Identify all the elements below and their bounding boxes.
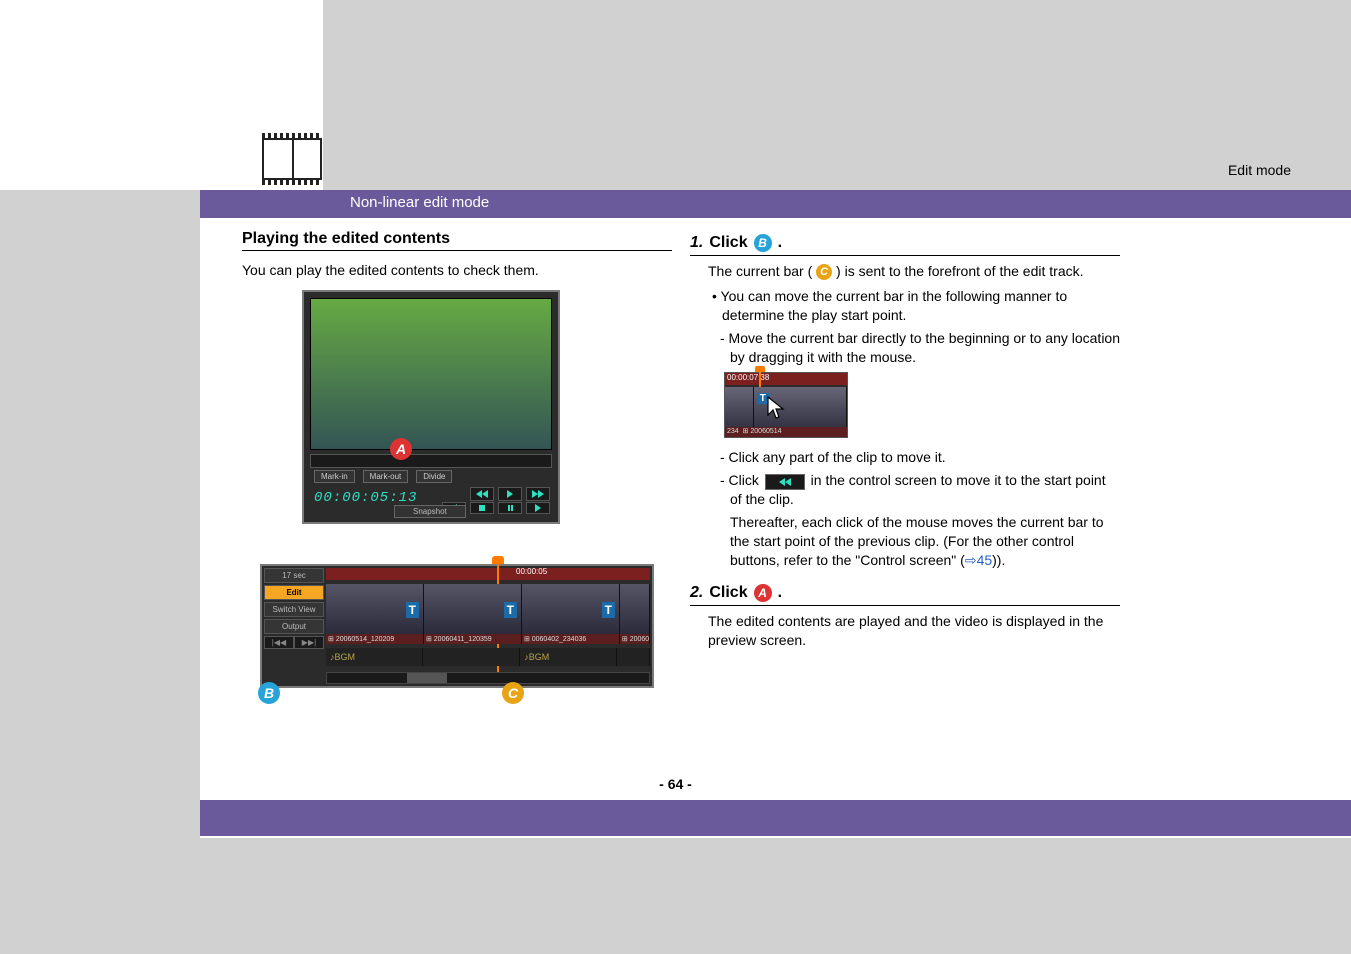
transition-icon: T — [602, 602, 615, 618]
page-ref-link[interactable]: ⇨45 — [965, 552, 992, 568]
footer-bar — [200, 800, 1351, 836]
tl-bgm-cell[interactable]: ♪ BGM — [326, 648, 423, 666]
step1-period: . — [778, 234, 782, 252]
preview-edit-buttons: Mark-in Mark-out Divide — [314, 470, 452, 483]
playing-intro: You can play the edited contents to chec… — [242, 261, 672, 280]
callout-b-icon: B — [258, 682, 280, 704]
step2-heading: 2. Click A . — [690, 584, 1120, 606]
step1-heading: 1. Click B . — [690, 234, 1120, 256]
tl-bgm-cell[interactable]: ♪ BGM — [520, 648, 617, 666]
tl-bgm-cell[interactable] — [617, 648, 650, 666]
preview-timecode: 00:00:05:13 — [314, 490, 417, 506]
page-number: - 64 - — [0, 776, 1351, 792]
section-title: Non-linear edit mode — [350, 194, 489, 211]
tl-clip-label: ⊞ 20060411_120359 — [424, 634, 521, 644]
transition-icon: T — [504, 602, 517, 618]
edit-mode-label: Edit mode — [1228, 162, 1291, 178]
step1-sub2: - Click any part of the clip to move it. — [720, 448, 1120, 467]
mini-timeline: 00:00:07:38 T 234 ⊞ 20060514 — [724, 372, 848, 438]
tl-output-button[interactable]: Output — [264, 619, 324, 634]
step1-bullet: • You can move the current bar in the fo… — [712, 287, 1120, 325]
tl-prev-button[interactable]: |◀◀ — [264, 636, 294, 649]
link-arrow-icon: ⇨ — [965, 552, 977, 568]
timeline-screenshot: 17 sec Edit Switch View Output |◀◀ ▶▶| 0… — [260, 564, 654, 688]
tl-ruler[interactable]: 00:00:05 — [326, 568, 650, 580]
transition-icon: T — [406, 602, 419, 618]
tl-clip-label: ⊞ 20060514_ — [620, 634, 649, 644]
tl-clip-label: ⊞ 20060514_120209 — [326, 634, 423, 644]
top-grey-strip — [323, 0, 1351, 190]
rewind-chip-icon — [765, 474, 805, 490]
tl-next-button[interactable]: ▶▶| — [294, 636, 324, 649]
divide-button[interactable]: Divide — [416, 470, 452, 483]
pause-button[interactable] — [498, 502, 522, 514]
mini-clip[interactable] — [725, 387, 754, 427]
filmstrip-icon — [262, 138, 322, 180]
step1-number: 1. — [690, 234, 703, 252]
rewind-button[interactable] — [470, 487, 494, 501]
tl-bgm-cell[interactable] — [423, 648, 520, 666]
callout-c-icon: C — [502, 682, 524, 704]
left-grey-strip — [0, 190, 200, 836]
tl-clip[interactable]: ⊞ 20060514_ — [620, 584, 650, 644]
step1-sub1: - Move the current bar directly to the b… — [720, 329, 1120, 367]
tl-sec-button[interactable]: 17 sec — [264, 568, 324, 583]
tl-bgm-track: ♪ BGM ♪ BGM — [326, 648, 650, 666]
tl-video-track: T ⊞ 20060514_120209 T ⊞ 20060411_120359 T ⊞… — [326, 584, 650, 646]
preview-video-area — [310, 298, 552, 450]
page-root: Edit mode Non-linear edit mode Playing t… — [0, 0, 1351, 954]
mouse-pointer-icon — [765, 395, 787, 426]
play-button[interactable] — [498, 487, 522, 501]
tl-scroll-thumb[interactable] — [407, 673, 447, 683]
tl-clip[interactable]: T ⊞ 20060514_120209 — [326, 584, 424, 644]
tl-edit-button[interactable]: Edit — [264, 585, 324, 600]
playing-heading: Playing the edited contents — [242, 230, 672, 251]
step1-click-word: Click — [709, 234, 747, 252]
step2-period: . — [778, 584, 782, 602]
callout-a-icon: A — [754, 584, 772, 602]
mini-labels: 234 ⊞ 20060514 — [725, 427, 847, 437]
preview-seekbar[interactable] — [310, 454, 552, 468]
step1-sub3: - Click in the control screen to move it… — [720, 471, 1120, 509]
timeline-sidebar: 17 sec Edit Switch View Output |◀◀ ▶▶| — [264, 568, 324, 684]
callout-c-icon: C — [816, 264, 832, 280]
tl-clip-label: ⊞ 0060402_234036 — [522, 634, 619, 644]
mark-in-button[interactable]: Mark-in — [314, 470, 355, 483]
tl-switchview-button[interactable]: Switch View — [264, 602, 324, 617]
step-fwd-button[interactable] — [526, 502, 550, 514]
tl-scrollbar[interactable] — [326, 672, 650, 684]
callout-a-icon: A — [390, 438, 412, 460]
step2-number: 2. — [690, 584, 703, 602]
left-column: Playing the edited contents You can play… — [242, 230, 672, 688]
tl-clip[interactable]: T ⊞ 20060411_120359 — [424, 584, 522, 644]
right-column: 1. Click B . The current bar ( C ) is se… — [690, 230, 1120, 656]
mark-out-button[interactable]: Mark-out — [363, 470, 409, 483]
snapshot-button[interactable]: Snapshot — [394, 505, 466, 518]
ffwd-button[interactable] — [526, 487, 550, 501]
preview-screenshot: Mark-in Mark-out Divide 00:00:05:13 Snap… — [302, 290, 560, 524]
tl-ruler-time: 00:00:05 — [516, 567, 547, 576]
bottom-grey-strip — [0, 836, 1351, 954]
step1-sub3-cont: Thereafter, each click of the mouse move… — [730, 513, 1120, 570]
preview-transport-row1 — [470, 487, 550, 501]
stop-button[interactable] — [470, 502, 494, 514]
callout-b-icon: B — [754, 234, 772, 252]
tl-clip[interactable]: T ⊞ 0060402_234036 — [522, 584, 620, 644]
step2-click-word: Click — [709, 584, 747, 602]
mini-ruler: 00:00:07:38 — [725, 373, 847, 385]
step1-line1: The current bar ( C ) is sent to the for… — [708, 262, 1120, 281]
step2-text: The edited contents are played and the v… — [708, 612, 1120, 650]
